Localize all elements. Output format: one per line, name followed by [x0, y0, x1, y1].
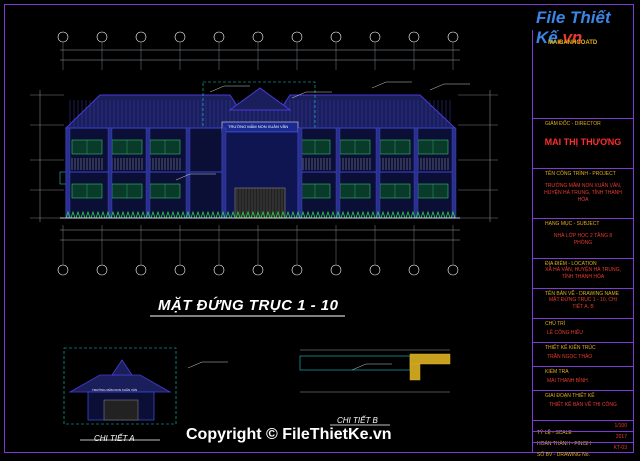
stage-section: GIAI ĐOẠN THIẾT KẾ THIẾT KẾ BẢN VẼ THI C…	[533, 390, 633, 420]
main-sign-label: TRƯỜNG MẦM NON XUÂN VĂN	[228, 124, 289, 129]
drawing-name-section: TÊN BẢN VẼ - DRAWING NAME MẶT ĐỨNG TRỤC …	[533, 288, 633, 318]
detail-b-beam	[409, 353, 451, 365]
location-value: XÃ HÀ VÂN, HUYỆN HÀ TRUNG, TỈNH THANH HÓ…	[545, 267, 621, 280]
column	[375, 127, 381, 219]
column	[297, 127, 303, 219]
location-section: ĐỊA ĐIỂM - LOCATION XÃ HÀ VÂN, HUYỆN HÀ …	[533, 258, 633, 288]
detail-a-gable	[111, 359, 133, 376]
date-row: HOÀN THÀNH - FINISH 2017	[533, 431, 633, 447]
grid-bubble-bottom	[96, 264, 108, 276]
grid-bubble-bottom	[213, 264, 225, 276]
role1-value: LÊ CÔNG HIẾU	[547, 330, 583, 336]
detail-b-column	[409, 363, 421, 381]
drawing-name-header: TÊN BẢN VẼ - DRAWING NAME	[545, 291, 619, 297]
role1-section: CHỦ TRÌ LÊ CÔNG HIẾU	[533, 318, 633, 342]
leader-line	[351, 363, 367, 371]
scale-row: TỶ LỆ - SCALE 1/100	[533, 420, 633, 436]
grid-bubble-top	[252, 31, 264, 43]
copyright-watermark: Copyright © FileThietKe.vn	[186, 426, 392, 443]
subject-header: HẠNG MỤC - SUBJECT	[545, 221, 600, 227]
role2-section: THIẾT KẾ KIẾN TRÚC TRẦN NGỌC THẢO	[533, 342, 633, 366]
grid-bubble-bottom	[252, 264, 264, 276]
date-value: 2017	[615, 434, 627, 440]
leader-line	[187, 361, 203, 369]
grid-bubble-bottom	[291, 264, 303, 276]
project-header: TÊN CÔNG TRÌNH - PROJECT	[545, 171, 616, 177]
leader-line	[371, 81, 387, 89]
sheet-value: KT-03	[613, 445, 627, 451]
grid-bubble-top	[369, 31, 381, 43]
column	[107, 127, 113, 219]
title-block: GIÁM ĐỐC - DIRECTOR MAI THỊ THƯƠNG TÊN C…	[532, 30, 633, 458]
grid-bubble-top	[135, 31, 147, 43]
owner-name: MAI THỊ THƯƠNG	[544, 137, 622, 147]
grid-bubble-bottom	[447, 264, 459, 276]
grid-bubble-top	[96, 31, 108, 43]
grid-bubble-bottom	[57, 264, 69, 276]
grid-bubble-bottom	[330, 264, 342, 276]
central-gable	[228, 87, 292, 111]
column	[335, 127, 341, 219]
grid-bubble-bottom	[135, 264, 147, 276]
detail-b-title: CHI TIẾT B	[337, 416, 378, 425]
grid-bubble-top	[174, 31, 186, 43]
subject-section: HẠNG MỤC - SUBJECT NHÀ LỚP HỌC 2 TẦNG 8 …	[533, 218, 633, 258]
detail-a-title: CHI TIẾT A	[94, 434, 135, 443]
grid-bubble-bottom	[174, 264, 186, 276]
grid-bubble-top	[330, 31, 342, 43]
column	[185, 127, 191, 219]
subject-value: NHÀ LỚP HỌC 2 TẦNG 8 PHÒNG	[553, 233, 613, 246]
grid-bubble-top	[291, 31, 303, 43]
role2-header: THIẾT KẾ KIẾN TRÚC	[545, 345, 596, 351]
project-section: TÊN CÔNG TRÌNH - PROJECT TRƯỜNG MẦM NON …	[533, 168, 633, 218]
grid-bubble-top	[408, 31, 420, 43]
scale-value: 1/100	[614, 423, 627, 429]
grid-bubble-top	[213, 31, 225, 43]
grid-bubble-bottom	[369, 264, 381, 276]
role3-section: KIỂM TRA MAI THANH BÌNH	[533, 366, 633, 390]
role3-value: MAI THANH BÌNH	[547, 378, 588, 384]
drawing-title: MẶT ĐỨNG TRỤC 1 - 10	[158, 297, 339, 314]
detail-a-door	[103, 399, 139, 421]
column	[65, 127, 71, 219]
stage-value: THIẾT KẾ BẢN VẼ THI CÔNG	[549, 402, 617, 408]
leader-line	[209, 85, 225, 93]
column	[145, 127, 151, 219]
leader-line	[429, 83, 445, 91]
column	[221, 127, 227, 219]
sheet-row: SỐ BV - DRAWING No. KT-03	[533, 442, 633, 458]
drawing-name-value: MẶT ĐỨNG TRỤC 1 - 10, CHI TIẾT A, B	[549, 297, 617, 310]
stage-header: GIAI ĐOẠN THIẾT KẾ	[545, 393, 595, 399]
column	[451, 127, 457, 219]
owner-section: GIÁM ĐỐC - DIRECTOR MAI THỊ THƯƠNG	[533, 118, 633, 148]
owner-header: GIÁM ĐỐC - DIRECTOR	[545, 121, 601, 127]
column	[413, 127, 419, 219]
role3-header: KIỂM TRA	[545, 369, 569, 375]
grid-bubble-top	[57, 31, 69, 43]
detail-a-sign: TRƯỜNG MẦM NON XUÂN VĂN	[92, 388, 138, 392]
role2-value: TRẦN NGỌC THẢO	[547, 354, 593, 360]
role1-header: CHỦ TRÌ	[545, 321, 566, 327]
project-value: TRƯỜNG MẦM NON XUÂN VĂN, HUYỆN HÀ TRUNG,…	[544, 183, 622, 203]
location-header: ĐỊA ĐIỂM - LOCATION	[545, 261, 597, 267]
detail-b-section	[299, 355, 411, 371]
grid-bubble-bottom	[408, 264, 420, 276]
grid-bubble-top	[447, 31, 459, 43]
sheet-label: SỐ BV - DRAWING No.	[537, 452, 590, 458]
